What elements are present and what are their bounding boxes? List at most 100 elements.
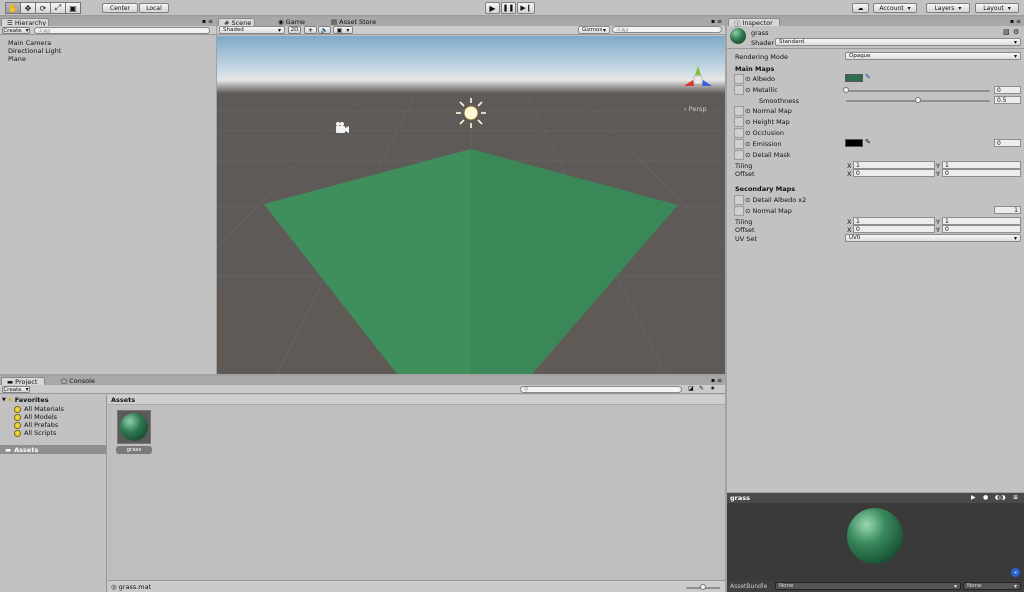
tab-scene[interactable]: # Scene <box>218 18 255 27</box>
detail-albedo-label: ⊙ Detail Albedo x2 <box>745 196 807 204</box>
shading-mode-dropdown[interactable]: Shaded <box>219 26 285 34</box>
secondary-tiling-x-field[interactable]: 1 <box>853 217 935 225</box>
preview-light-icon[interactable]: ◐◑ <box>995 494 1005 501</box>
hand-tool-icon[interactable]: ✋ <box>5 2 21 14</box>
pivot-local-button[interactable]: Local <box>139 3 169 13</box>
occlusion-slot[interactable] <box>734 128 744 138</box>
tab-project[interactable]: ▬ Project <box>1 377 45 386</box>
favorites-header[interactable]: ▼ ★ Favorites <box>2 396 49 404</box>
directional-light-icon[interactable] <box>456 98 486 128</box>
normal-map-slot[interactable] <box>734 106 744 116</box>
scene-audio-toggle[interactable]: 🔈 <box>318 26 331 34</box>
hierarchy-item-main-camera[interactable]: Main Camera <box>8 39 51 47</box>
tab-console[interactable]: ▢ Console <box>56 377 96 385</box>
persp-label[interactable]: ‹ Persp <box>684 105 707 113</box>
metallic-texture-slot[interactable] <box>734 85 744 95</box>
eyedropper-icon[interactable]: ✎ <box>865 73 871 81</box>
project-search-input[interactable]: ⚲ <box>520 386 682 393</box>
favorites-star-icon: ★ <box>6 396 13 404</box>
breadcrumb-assets[interactable]: Assets <box>111 396 135 404</box>
rendering-mode-dropdown[interactable]: Opaque <box>845 52 1021 60</box>
metallic-slider[interactable] <box>846 90 990 92</box>
detail-albedo-slot[interactable] <box>734 195 744 205</box>
smoothness-slider-knob[interactable] <box>915 97 921 103</box>
rotate-tool-icon[interactable]: ⟳ <box>35 2 51 14</box>
play-button[interactable]: ▶ <box>485 2 500 14</box>
breadcrumb: Assets <box>108 395 725 405</box>
tab-hierarchy[interactable]: ☰ Hierarchy <box>1 18 49 27</box>
mode-2d-toggle[interactable]: 2D <box>288 26 301 34</box>
tab-game[interactable]: ◉ Game <box>273 18 307 26</box>
tab-asset-store[interactable]: ▤ Asset Store <box>326 18 382 26</box>
shader-dropdown[interactable]: Standard <box>775 38 1021 46</box>
layers-dropdown[interactable]: Layers <box>926 3 970 13</box>
layout-dropdown[interactable]: Layout <box>975 3 1019 13</box>
account-dropdown[interactable]: Account <box>873 3 917 13</box>
metallic-value-field[interactable]: 0 <box>994 86 1021 94</box>
secondary-offset-x-field[interactable]: 0 <box>853 225 935 233</box>
scene-effects-dropdown[interactable]: ▣ <box>333 26 353 34</box>
hierarchy-item-plane[interactable]: Plane <box>8 55 26 63</box>
favorite-item-all-prefabs[interactable]: All Prefabs <box>10 421 58 429</box>
hierarchy-create-button[interactable]: Create <box>2 27 30 34</box>
asset-item-grass[interactable]: grass <box>116 410 152 456</box>
pivot-center-button[interactable]: Center <box>102 3 138 13</box>
favorite-item-all-scripts[interactable]: All Scripts <box>10 429 56 437</box>
scene-search-input[interactable]: ⒶAll <box>612 26 722 34</box>
cloud-button[interactable]: ☁ <box>852 3 869 13</box>
favorite-item-all-models[interactable]: All Models <box>10 413 57 421</box>
camera-gizmo-icon[interactable] <box>336 122 349 133</box>
asset-bundle-dropdown[interactable]: None <box>775 582 961 590</box>
emission-color-swatch[interactable] <box>845 139 863 147</box>
tiling-y-field[interactable]: 1 <box>942 161 1021 169</box>
hierarchy-item-directional-light[interactable]: Directional Light <box>8 47 61 55</box>
folder-item-assets[interactable]: ▬ Assets <box>0 445 106 454</box>
orientation-gizmo-icon[interactable] <box>684 66 712 86</box>
preview-link-icon[interactable]: ∞ <box>1011 568 1020 577</box>
metallic-slider-knob[interactable] <box>843 87 849 93</box>
emission-slot[interactable] <box>734 139 744 149</box>
settings-gear-icon[interactable]: ⚙ <box>1013 28 1019 36</box>
filter-by-label-icon[interactable]: ✎ <box>699 385 704 392</box>
preview-play-icon[interactable]: ▶ <box>971 494 976 501</box>
tiling-x-field[interactable]: 1 <box>853 161 935 169</box>
preview-menu-icon[interactable]: ≡ <box>1013 494 1018 501</box>
offset-x-field[interactable]: 0 <box>853 169 935 177</box>
favorite-star-icon[interactable]: ★ <box>710 385 715 392</box>
move-tool-icon[interactable]: ✥ <box>20 2 36 14</box>
step-button[interactable]: ▶❙ <box>517 2 535 14</box>
height-map-slot[interactable] <box>734 117 744 127</box>
material-preview-sphere[interactable] <box>847 508 903 564</box>
panel-menu-icon[interactable]: ▪ ≡ <box>202 18 213 25</box>
scale-tool-icon[interactable]: ⤢ <box>50 2 66 14</box>
preview-sphere-icon[interactable]: ● <box>983 494 988 501</box>
detail-mask-slot[interactable] <box>734 150 744 160</box>
tab-inspector[interactable]: ⓘ Inspector <box>728 18 780 28</box>
pause-button[interactable]: ❚❚ <box>501 2 516 14</box>
scene-panel-menu-icon[interactable]: ▪ ≡ <box>711 18 722 25</box>
secondary-tiling-y-field[interactable]: 1 <box>942 217 1021 225</box>
filter-by-type-icon[interactable]: ◪ <box>688 385 694 392</box>
secondary-normal-map-slot[interactable] <box>734 206 744 216</box>
smoothness-value-field[interactable]: 0.5 <box>994 96 1021 104</box>
emission-eyedropper-icon[interactable]: ✎ <box>865 138 871 146</box>
help-book-icon[interactable]: ▧ <box>1003 28 1010 36</box>
albedo-texture-slot[interactable] <box>734 74 744 84</box>
albedo-color-swatch[interactable] <box>845 74 863 82</box>
scene-viewport[interactable]: ‹ Persp <box>217 36 725 374</box>
emission-value-field[interactable]: 0 <box>994 139 1021 147</box>
thumbnail-size-knob[interactable] <box>700 584 706 590</box>
scene-lighting-toggle[interactable]: ☀ <box>304 26 317 34</box>
inspector-panel-menu-icon[interactable]: ▪ ≡ <box>1010 18 1021 25</box>
offset-y-field[interactable]: 0 <box>942 169 1021 177</box>
rect-tool-icon[interactable]: ▣ <box>65 2 81 14</box>
project-panel-menu-icon[interactable]: ▪ ≡ <box>711 377 722 384</box>
project-create-button[interactable]: Create <box>2 386 30 393</box>
gizmos-dropdown[interactable]: Gizmos <box>578 26 610 34</box>
uv-set-dropdown[interactable]: UV0 <box>845 234 1021 242</box>
favorite-item-all-materials[interactable]: All Materials <box>10 405 64 413</box>
secondary-normal-scale-field[interactable]: 1 <box>994 206 1021 214</box>
asset-bundle-variant-dropdown[interactable]: None <box>963 582 1021 590</box>
hierarchy-search-input[interactable]: ⒶAll <box>34 27 210 35</box>
secondary-offset-y-field[interactable]: 0 <box>942 225 1021 233</box>
